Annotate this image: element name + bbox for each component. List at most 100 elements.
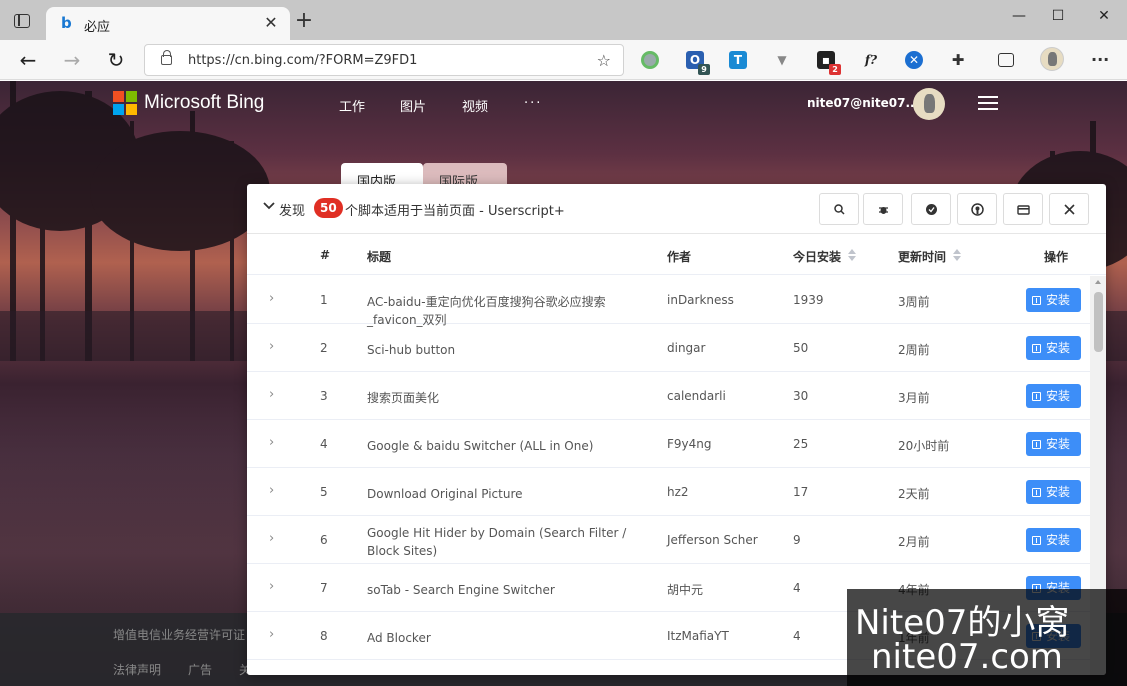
greasyfork-button[interactable] [911, 193, 951, 225]
nav-images[interactable]: 图片 [400, 96, 426, 115]
script-author[interactable]: calendarli [667, 389, 726, 403]
nav-work[interactable]: 工作 [339, 96, 365, 115]
extensions-puzzle-icon[interactable]: ✚ [949, 51, 967, 69]
donate-button[interactable] [1003, 193, 1043, 225]
expand-row-icon[interactable]: › [269, 627, 279, 642]
table-row[interactable]: › 5 Download Original Picture hz2 17 2天前 安装 [247, 468, 1090, 516]
table-row[interactable]: › 6 Google Hit Hider by Domain (Search Fil… [247, 516, 1090, 564]
back-button[interactable]: ← [16, 48, 40, 72]
search-button[interactable] [819, 193, 859, 225]
close-window-button[interactable]: ✕ [1089, 6, 1119, 26]
updated-time: 3月前 [898, 391, 930, 405]
script-title[interactable]: Download Original Picture [367, 485, 629, 503]
script-title[interactable]: Google Hit Hider by Domain (Search Filte… [367, 524, 629, 560]
script-title[interactable]: 搜索页面美化 [367, 389, 629, 407]
script-author[interactable]: Jefferson Scher [667, 533, 758, 547]
minimize-button[interactable]: — [1004, 6, 1034, 26]
forward-button[interactable]: → [60, 48, 84, 72]
add-favorite-icon[interactable]: ☆ [597, 51, 611, 70]
script-author[interactable]: 胡中元 [667, 581, 703, 598]
script-author[interactable]: dingar [667, 341, 705, 355]
more-menu-icon[interactable]: ··· [1091, 51, 1109, 69]
install-button[interactable]: 安装 [1026, 336, 1081, 360]
dialog-title-suffix: 个脚本适用于当前页面 - Userscript+ [345, 204, 565, 219]
maximize-button[interactable]: ☐ [1043, 6, 1073, 26]
table-row[interactable]: › 3 搜索页面美化 calendarli 30 3月前 安装 [247, 372, 1090, 420]
expand-row-icon[interactable]: › [269, 579, 279, 594]
scrollbar-thumb[interactable] [1094, 292, 1103, 352]
tab-close-icon[interactable]: ✕ [262, 14, 280, 32]
scroll-up-icon[interactable] [1095, 280, 1101, 284]
ext-t-icon[interactable]: T [729, 51, 747, 69]
sort-installs-icon[interactable] [848, 249, 856, 261]
microsoft-logo-icon[interactable] [113, 91, 137, 115]
nav-more[interactable]: ··· [524, 96, 542, 111]
ext-function-icon[interactable]: f? [860, 51, 882, 69]
script-title[interactable]: Ad Blocker [367, 629, 629, 647]
script-title[interactable]: Google & baidu Switcher (ALL in One) [367, 437, 629, 455]
brand-name[interactable]: Microsoft Bing [144, 92, 264, 114]
ext-dark-box-icon[interactable]: ▪ 2 [817, 51, 841, 75]
greasyfork-icon [926, 204, 937, 215]
script-title[interactable]: soTab - Search Engine Switcher [367, 581, 629, 599]
expand-row-icon[interactable]: › [269, 291, 279, 306]
updated-time: 2周前 [898, 343, 930, 357]
today-installs: 17 [793, 485, 809, 499]
install-button[interactable]: 安装 [1026, 528, 1081, 552]
new-tab-button[interactable]: + [294, 10, 314, 32]
script-author[interactable]: inDarkness [667, 293, 734, 307]
row-number: 2 [320, 341, 328, 355]
user-avatar[interactable] [913, 88, 945, 120]
script-author[interactable]: F9y4ng [667, 437, 712, 451]
menu-icon[interactable] [978, 96, 998, 110]
install-button[interactable]: 安装 [1026, 288, 1081, 312]
install-label: 安装 [1046, 533, 1071, 547]
install-button[interactable]: 安装 [1026, 384, 1081, 408]
refresh-button[interactable]: ↻ [104, 48, 128, 72]
ext-v-icon[interactable]: ▼ [773, 51, 791, 69]
install-label: 安装 [1046, 293, 1071, 307]
signed-in-user[interactable]: nite07@nite07.... [807, 96, 924, 110]
footer-license[interactable]: 增值电信业务经营许可证 [113, 626, 245, 643]
expand-row-icon[interactable]: › [269, 387, 279, 402]
table-row[interactable]: › 1 AC-baidu-重定向优化百度搜狗谷歌必应搜索_favicon_双列 inD… [247, 276, 1090, 327]
sort-updated-icon[interactable] [953, 249, 961, 261]
today-installs: 4 [793, 581, 801, 595]
dialog-header: 发现 50 个脚本适用于当前页面 - Userscript+ [247, 184, 1106, 234]
footer-link-ads[interactable]: 广告 [188, 661, 212, 678]
url-text[interactable]: https://cn.bing.com/?FORM=Z9FD1 [188, 53, 417, 68]
lock-icon[interactable] [161, 50, 172, 65]
script-title[interactable]: Sci-hub button [367, 341, 629, 359]
row-number: 4 [320, 437, 328, 451]
footer-link-legal[interactable]: 法律声明 [113, 661, 161, 678]
tab-actions-icon[interactable] [14, 14, 30, 28]
profile-avatar[interactable] [1040, 47, 1064, 71]
table-row[interactable]: › 4 Google & baidu Switcher (ALL in One) F9… [247, 420, 1090, 468]
column-updated[interactable]: 更新时间 [898, 248, 946, 265]
ext-green-circle-icon[interactable] [641, 51, 659, 69]
github-button[interactable] [957, 193, 997, 225]
install-icon [1032, 392, 1041, 401]
collapse-chevron-icon[interactable] [263, 200, 275, 212]
expand-row-icon[interactable]: › [269, 531, 279, 546]
table-row[interactable]: › 2 Sci-hub button dingar 50 2周前 安装 [247, 324, 1090, 372]
nav-videos[interactable]: 视频 [462, 96, 488, 115]
expand-row-icon[interactable]: › [269, 435, 279, 450]
ext-blue-box-icon[interactable]: O9 [686, 51, 710, 75]
script-author[interactable]: hz2 [667, 485, 689, 499]
install-button[interactable]: 安装 [1026, 480, 1081, 504]
collections-icon[interactable] [998, 53, 1014, 67]
ext-blue-ball-icon[interactable]: ✕ [905, 51, 923, 69]
bug-report-button[interactable] [863, 193, 903, 225]
script-author[interactable]: ItzMafiaYT [667, 629, 729, 643]
expand-row-icon[interactable]: › [269, 339, 279, 354]
watermark-line-2: nite07.com [871, 637, 1063, 677]
ext-badge: 2 [829, 64, 841, 75]
expand-row-icon[interactable]: › [269, 483, 279, 498]
column-installs[interactable]: 今日安装 [793, 248, 841, 265]
close-dialog-button[interactable] [1049, 193, 1089, 225]
browser-tab[interactable]: b 必应 ✕ [46, 7, 290, 40]
address-bar[interactable]: https://cn.bing.com/?FORM=Z9FD1 ☆ [144, 44, 624, 76]
install-label: 安装 [1046, 341, 1071, 355]
install-button[interactable]: 安装 [1026, 432, 1081, 456]
